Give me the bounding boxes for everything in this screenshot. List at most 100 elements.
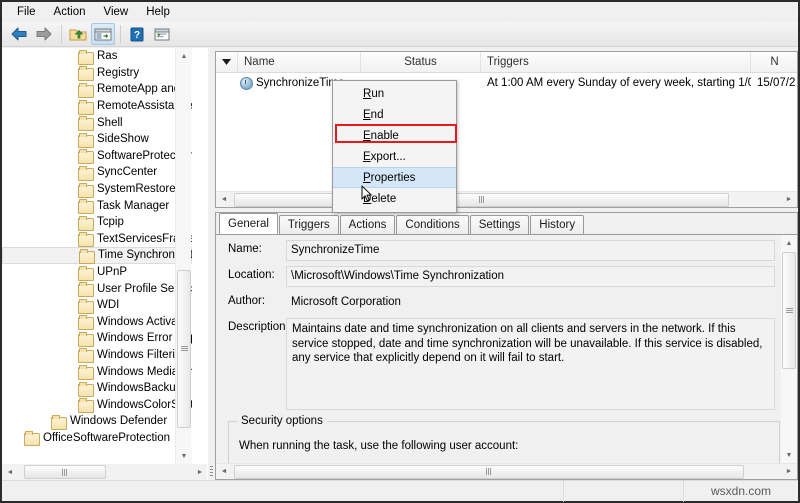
sort-arrow-icon	[222, 59, 231, 65]
tree-item[interactable]: SoftwareProtection	[2, 148, 192, 165]
context-menu-item-properties[interactable]: Properties	[333, 167, 456, 188]
tab-label: Actions	[348, 219, 387, 231]
tree-item[interactable]: Tcpip	[2, 214, 192, 231]
tree-item[interactable]: Registry	[2, 65, 192, 82]
table-row[interactable]: SynchronizeTime At 1:00 AM every Sunday o…	[216, 73, 797, 93]
details-horizontal-scrollbar[interactable]: ◄ ►	[216, 463, 797, 479]
menu-item-label: xport...	[370, 150, 406, 163]
tree-item[interactable]: Time Synchronizat	[2, 247, 192, 264]
context-menu-item-export[interactable]: Export...	[333, 146, 456, 167]
details-hscroll-left-icon[interactable]: ◄	[216, 464, 232, 480]
menu-bar: File Action View Help	[2, 2, 798, 22]
tab-label: General	[228, 217, 269, 230]
tree-scroll-thumb[interactable]	[177, 270, 191, 428]
tree-hscroll-right-icon[interactable]: ►	[192, 464, 207, 480]
tree-item[interactable]: OfficeSoftwareProtection	[2, 430, 192, 447]
tree-item[interactable]: WDI	[2, 297, 192, 314]
task-list-view[interactable]: Name Status Triggers N SynchronizeTime At 1:…	[215, 51, 798, 208]
details-scroll-up-icon[interactable]: ▲	[781, 235, 797, 251]
list-hscroll-track[interactable]	[232, 192, 781, 208]
column-status[interactable]: Status	[361, 52, 481, 72]
author-value: Microsoft Corporation	[286, 292, 775, 313]
context-menu-item-end[interactable]: End	[333, 104, 456, 125]
tree-item-label: SystemRestore	[97, 183, 176, 196]
location-value: \Microsoft\Windows\Time Synchronization	[286, 266, 775, 287]
tree-item[interactable]: RemoteAssistance	[2, 98, 192, 115]
folder-icon	[78, 398, 94, 414]
tree-item[interactable]: Windows Media Sh	[2, 363, 192, 381]
list-hscroll-left-icon[interactable]: ◄	[216, 192, 232, 208]
tree-scroll-down-icon[interactable]: ▼	[176, 448, 192, 464]
forward-icon[interactable]	[32, 23, 56, 45]
column-triggers[interactable]: Triggers	[481, 52, 751, 72]
details-hscroll-right-icon[interactable]: ►	[781, 464, 797, 480]
field-location: Location: \Microsoft\Windows\Time Synchr…	[216, 266, 797, 287]
menu-view[interactable]: View	[95, 4, 138, 21]
menu-item-label: nable	[370, 129, 399, 142]
details-hscroll-thumb[interactable]	[234, 464, 744, 479]
tree-item[interactable]: SystemRestore	[2, 181, 192, 198]
tab-triggers[interactable]: Triggers	[278, 215, 339, 234]
tree-item[interactable]: Ras	[2, 48, 192, 65]
tree-item[interactable]: Shell	[2, 114, 192, 132]
panel-splitter[interactable]	[208, 48, 215, 480]
context-menu[interactable]: RunEndEnableExport...PropertiesDelete	[332, 80, 457, 213]
site-watermark: wsxdn.com	[683, 480, 798, 502]
tree-hscroll-thumb[interactable]	[24, 465, 106, 479]
folder-icon	[78, 365, 94, 381]
tree-item[interactable]: Windows Filtering	[2, 347, 192, 364]
tree-item[interactable]: UPnP	[2, 264, 192, 281]
sort-column[interactable]	[216, 52, 238, 72]
tree-item[interactable]: Task Manager	[2, 197, 192, 215]
help-icon[interactable]: ?	[125, 23, 149, 45]
context-menu-item-run[interactable]: Run	[333, 83, 456, 104]
list-hscroll-thumb[interactable]	[234, 192, 729, 207]
details-scroll-down-icon[interactable]: ▼	[781, 447, 797, 463]
menu-file[interactable]: File	[8, 4, 45, 21]
show-hide-tree-icon[interactable]	[91, 23, 115, 45]
details-scroll-thumb[interactable]	[782, 252, 796, 369]
folder-icon	[51, 414, 67, 430]
tab-actions[interactable]: Actions	[339, 215, 396, 234]
tree-item[interactable]: RemoteApp and D	[2, 81, 192, 98]
tab-conditions[interactable]: Conditions	[396, 215, 469, 234]
menu-help[interactable]: Help	[137, 4, 179, 21]
column-name[interactable]: Name	[238, 52, 361, 72]
menu-action[interactable]: Action	[45, 4, 95, 21]
tree-horizontal-scrollbar[interactable]: ◄ ►	[2, 464, 207, 480]
column-next-run-time[interactable]: N	[751, 52, 797, 72]
tree-vertical-scrollbar[interactable]: ▲ ▼	[175, 48, 192, 464]
tree-item[interactable]: Windows Activatio	[2, 314, 192, 331]
security-options-text: When running the task, use the following…	[239, 440, 519, 452]
console-tree[interactable]: Ras Registry RemoteApp and D RemoteAssistan…	[2, 48, 192, 464]
folder-icon	[78, 182, 94, 198]
list-hscroll-right-icon[interactable]: ►	[781, 192, 797, 208]
details-hscroll-track[interactable]	[232, 464, 781, 480]
up-folder-icon[interactable]	[66, 23, 90, 45]
list-horizontal-scrollbar[interactable]: ◄ ►	[216, 191, 797, 207]
folder-icon	[78, 132, 94, 148]
tree-item[interactable]: SyncCenter	[2, 164, 192, 181]
tree-item[interactable]: TextServicesFrame	[2, 231, 192, 248]
context-menu-item-enable[interactable]: Enable	[333, 125, 456, 146]
tree-item[interactable]: Windows Error Rep	[2, 330, 192, 347]
tree-item[interactable]: WindowsColorSyst	[2, 396, 192, 414]
context-menu-item-delete[interactable]: Delete	[333, 188, 456, 209]
tree-item[interactable]: SideShow	[2, 131, 192, 148]
column-name-label: Name	[244, 56, 275, 68]
properties-window-icon[interactable]	[150, 23, 174, 45]
tab-history[interactable]: History	[530, 215, 585, 234]
cell-next_run-label: 15/07/2	[757, 77, 796, 89]
tree-item-label: WDI	[97, 299, 120, 312]
tree-item[interactable]: WindowsBackup	[2, 380, 192, 397]
tree-scroll-up-icon[interactable]: ▲	[176, 48, 192, 64]
tree-hscroll-left-icon[interactable]: ◄	[2, 464, 18, 480]
tree-hscroll-track[interactable]	[18, 464, 192, 480]
tree-item[interactable]: Windows Defender	[2, 413, 192, 430]
menu-mnemonic: E	[363, 129, 371, 142]
back-icon[interactable]	[7, 23, 31, 45]
tree-item[interactable]: User Profile Service	[2, 280, 192, 298]
tab-general[interactable]: General	[219, 213, 278, 234]
tab-settings[interactable]: Settings	[469, 215, 530, 234]
details-vertical-scrollbar[interactable]: ▲ ▼	[781, 235, 797, 463]
